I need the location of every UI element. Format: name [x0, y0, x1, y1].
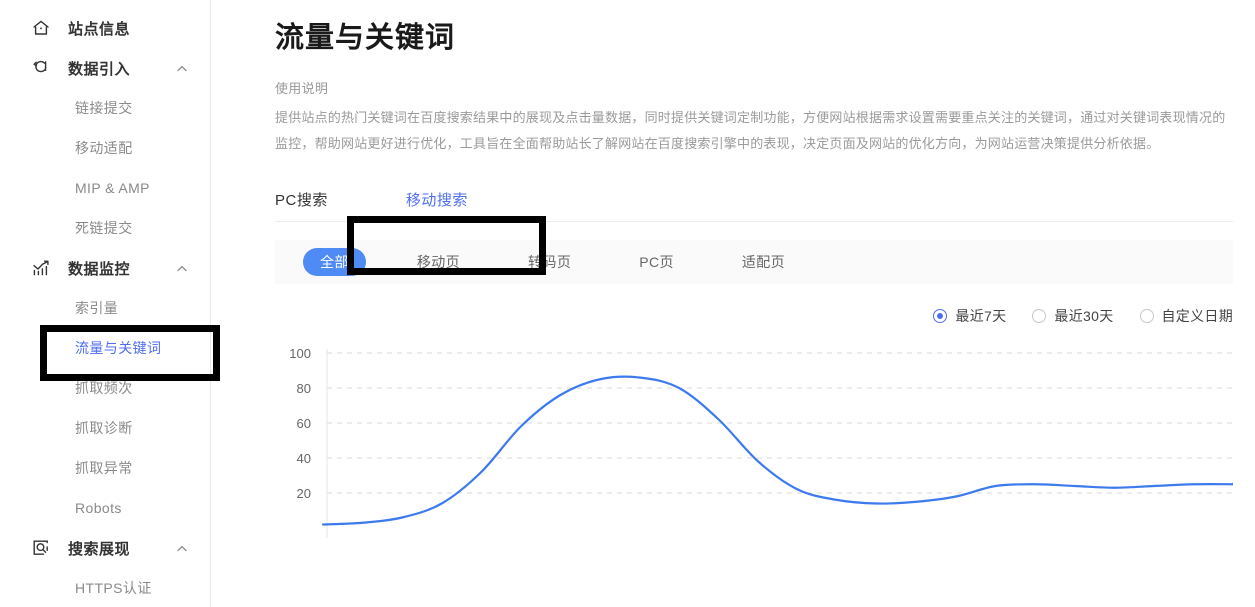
tab-pc-search[interactable]: PC搜索 [275, 189, 328, 221]
sidebar-item-site-info[interactable]: 站点信息 [0, 8, 210, 48]
sidebar-child-label: 索引量 [75, 298, 118, 318]
filter-pill-transcoded-page[interactable]: 转码页 [511, 248, 588, 277]
y-axis-tick-label: 60 [297, 416, 311, 431]
home-icon [30, 17, 52, 39]
radio-dot-icon [1140, 309, 1154, 323]
date-range-radio-group: 最近7天 最近30天 自定义日期 [275, 306, 1233, 326]
radio-dot-icon [1032, 309, 1046, 323]
chevron-up-icon[interactable] [176, 542, 188, 554]
sidebar-item-crawl-error[interactable]: 抓取异常 [0, 448, 210, 488]
radio-custom-date[interactable]: 自定义日期 [1140, 306, 1234, 326]
sidebar-child-label: Robots [75, 500, 122, 516]
sidebar-item-data-import[interactable]: 数据引入 [0, 48, 210, 88]
filter-pill-label: 适配页 [742, 254, 785, 270]
filter-pill-label: 转码页 [528, 254, 571, 270]
radio-last-7-days[interactable]: 最近7天 [933, 306, 1006, 326]
app-root: 站点信息 数据引入 [0, 0, 1255, 607]
radio-dot-icon [933, 309, 947, 323]
radio-last-30-days[interactable]: 最近30天 [1032, 306, 1113, 326]
sidebar-child-label: 抓取诊断 [75, 418, 133, 438]
sidebar-child-label: MIP & AMP [75, 180, 150, 196]
sidebar-item-traffic-keywords[interactable]: 流量与关键词 [0, 328, 210, 368]
data-import-icon [30, 57, 52, 79]
page-title: 流量与关键词 [275, 20, 1233, 58]
sidebar-item-https-auth[interactable]: HTTPS认证 [0, 568, 210, 607]
sidebar-group-search-display: 搜索展现 HTTPS认证 [0, 528, 210, 607]
sidebar-item-label: 搜索展现 [68, 538, 130, 559]
main-content: 流量与关键词 使用说明 提供站点的热门关键词在百度搜索结果中的展现及点击量数据，… [211, 0, 1255, 607]
sidebar-group-data-monitor: 数据监控 索引量 流量与关键词 抓取频次 抓取诊断 抓取异常 [0, 248, 210, 528]
sidebar-item-search-display[interactable]: 搜索展现 [0, 528, 210, 568]
usage-description: 提供站点的热门关键词在百度搜索结果中的展现及点击量数据，同时提供关键词定制功能，… [275, 105, 1230, 158]
chevron-up-icon[interactable] [176, 262, 188, 274]
y-axis-tick-label: 40 [297, 451, 311, 466]
filter-pill-label: 移动页 [417, 254, 460, 270]
sidebar-child-label: 链接提交 [75, 98, 133, 118]
chart-canvas: 20 40 60 80 100 [275, 338, 1233, 538]
page-type-filter-bar: 全部 移动页 转码页 PC页 适配页 [275, 240, 1233, 284]
chart-line-series [323, 377, 1233, 525]
filter-pill-all[interactable]: 全部 [303, 248, 366, 277]
y-axis-tick-label: 80 [297, 381, 311, 396]
sidebar: 站点信息 数据引入 [0, 0, 211, 607]
usage-label: 使用说明 [275, 78, 1233, 97]
tab-mobile-search[interactable]: 移动搜索 [406, 189, 468, 221]
traffic-line-chart: 20 40 60 80 100 [275, 338, 1233, 538]
sidebar-child-label: 死链提交 [75, 218, 133, 238]
sidebar-item-crawl-frequency[interactable]: 抓取频次 [0, 368, 210, 408]
sidebar-child-label: HTTPS认证 [75, 578, 152, 598]
sidebar-item-index-volume[interactable]: 索引量 [0, 288, 210, 328]
chevron-up-icon[interactable] [176, 62, 188, 74]
sidebar-item-label: 站点信息 [68, 18, 130, 39]
sidebar-group-site-info: 站点信息 [0, 8, 210, 48]
radio-label: 最近30天 [1054, 306, 1113, 326]
sidebar-child-label: 抓取频次 [75, 378, 133, 398]
filter-pill-mobile-page[interactable]: 移动页 [400, 248, 477, 277]
sidebar-item-label: 数据监控 [68, 258, 130, 279]
search-display-icon [30, 537, 52, 559]
chart-monitor-icon [30, 257, 52, 279]
sidebar-item-data-monitor[interactable]: 数据监控 [0, 248, 210, 288]
sidebar-item-mip-amp[interactable]: MIP & AMP [0, 168, 210, 208]
y-axis-tick-label: 100 [289, 346, 311, 361]
tab-label: 移动搜索 [406, 192, 468, 209]
sidebar-child-label: 移动适配 [75, 138, 133, 158]
search-type-tabs: PC搜索 移动搜索 [275, 180, 1233, 222]
radio-label: 最近7天 [955, 306, 1006, 326]
sidebar-item-mobile-adapt[interactable]: 移动适配 [0, 128, 210, 168]
filter-pill-label: PC页 [639, 254, 674, 270]
sidebar-item-dead-link-submit[interactable]: 死链提交 [0, 208, 210, 248]
sidebar-child-label: 抓取异常 [75, 458, 133, 478]
sidebar-child-label: 流量与关键词 [75, 338, 161, 358]
filter-pill-pc-page[interactable]: PC页 [622, 248, 691, 277]
sidebar-group-data-import: 数据引入 链接提交 移动适配 MIP & AMP 死链提交 [0, 48, 210, 248]
sidebar-item-robots[interactable]: Robots [0, 488, 210, 528]
sidebar-item-crawl-diagnose[interactable]: 抓取诊断 [0, 408, 210, 448]
sidebar-item-link-submit[interactable]: 链接提交 [0, 88, 210, 128]
sidebar-item-label: 数据引入 [68, 58, 130, 79]
tab-label: PC搜索 [275, 192, 328, 209]
filter-pill-adapted-page[interactable]: 适配页 [725, 248, 802, 277]
radio-label: 自定义日期 [1162, 306, 1234, 326]
y-axis-tick-label: 20 [297, 486, 311, 501]
filter-pill-label: 全部 [320, 254, 349, 270]
